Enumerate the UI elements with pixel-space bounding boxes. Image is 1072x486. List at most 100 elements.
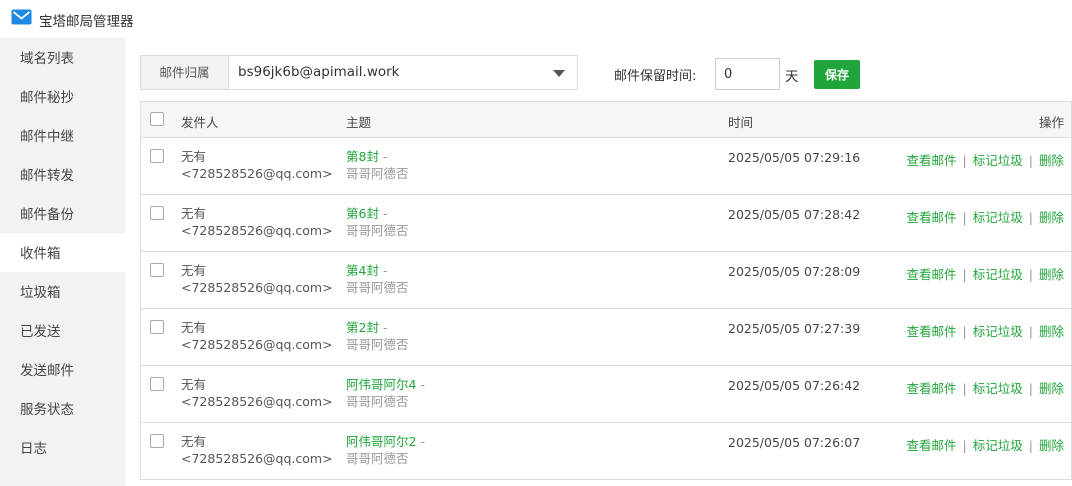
subject-link[interactable]: 第4封	[346, 263, 379, 278]
row-checkbox[interactable]	[150, 434, 164, 448]
subject-cell: 第2封 - 哥哥阿德否	[346, 319, 409, 353]
subject-link[interactable]: 阿伟哥阿尔4	[346, 377, 416, 392]
sidebar-item-domain-list[interactable]: 域名列表	[0, 38, 125, 77]
time-cell: 2025/05/05 07:26:42	[728, 378, 861, 393]
time-cell: 2025/05/05 07:26:07	[728, 435, 861, 450]
delete-link[interactable]: 删除	[1039, 210, 1064, 225]
sidebar-item-compose[interactable]: 发送邮件	[0, 350, 125, 389]
subject-preview: 哥哥阿德否	[346, 394, 409, 409]
subject-cell: 阿伟哥阿尔4 - 哥哥阿德否	[346, 376, 425, 410]
mark-spam-link[interactable]: 标记垃圾	[973, 324, 1023, 339]
view-mail-link[interactable]: 查看邮件	[907, 210, 957, 225]
delete-link[interactable]: 删除	[1039, 324, 1064, 339]
row-checkbox[interactable]	[150, 320, 164, 334]
delete-link[interactable]: 删除	[1039, 153, 1064, 168]
subject-dash: -	[382, 149, 388, 164]
row-checkbox[interactable]	[150, 377, 164, 391]
subject-cell: 阿伟哥阿尔2 - 哥哥阿德否	[346, 433, 425, 467]
subject-dash: -	[420, 377, 425, 392]
sender-email: <728528526@qq.com>	[181, 394, 333, 409]
column-actions: 操作	[1038, 115, 1064, 130]
retention-input[interactable]	[715, 58, 780, 90]
table-row: 无有 <728528526@qq.com> 第2封 - 哥哥阿德否 2025/0…	[141, 309, 1071, 366]
sidebar-item-logs[interactable]: 日志	[0, 428, 125, 467]
subject-preview: 哥哥阿德否	[346, 166, 409, 181]
sidebar-item-mail-bcc[interactable]: 邮件秘抄	[0, 77, 125, 116]
separator: |	[962, 153, 967, 168]
mark-spam-link[interactable]: 标记垃圾	[973, 153, 1023, 168]
time-cell: 2025/05/05 07:29:16	[728, 150, 861, 165]
delete-link[interactable]: 删除	[1039, 267, 1064, 282]
main-content: 邮件归属 bs96jk6b@apimail.work 邮件保留时间: 天 保存 …	[125, 38, 1072, 486]
view-mail-link[interactable]: 查看邮件	[907, 324, 957, 339]
subject-dash: -	[382, 263, 388, 278]
subject-link[interactable]: 第6封	[346, 206, 379, 221]
table-header: 发件人 主题 时间 操作	[141, 102, 1071, 138]
mark-spam-link[interactable]: 标记垃圾	[973, 438, 1023, 453]
sidebar-item-mail-relay[interactable]: 邮件中继	[0, 116, 125, 155]
time-cell: 2025/05/05 07:28:09	[728, 264, 861, 279]
delete-link[interactable]: 删除	[1039, 438, 1064, 453]
separator: |	[1028, 153, 1033, 168]
mail-icon	[11, 9, 32, 25]
sidebar-item-spam[interactable]: 垃圾箱	[0, 272, 125, 311]
view-mail-link[interactable]: 查看邮件	[907, 381, 957, 396]
sender-cell: 无有 <728528526@qq.com>	[181, 148, 333, 182]
sender-email: <728528526@qq.com>	[181, 223, 333, 238]
column-time: 时间	[728, 115, 754, 130]
separator: |	[962, 324, 967, 339]
chevron-down-icon[interactable]	[553, 70, 565, 77]
save-button[interactable]: 保存	[814, 60, 860, 89]
column-subject: 主题	[346, 115, 372, 130]
sender-name: 无有	[181, 263, 207, 278]
row-checkbox[interactable]	[150, 263, 164, 277]
subject-preview: 哥哥阿德否	[346, 280, 409, 295]
mark-spam-link[interactable]: 标记垃圾	[973, 210, 1023, 225]
owner-label: 邮件归属	[141, 56, 229, 89]
sidebar-item-mail-forward[interactable]: 邮件转发	[0, 155, 125, 194]
subject-dash: -	[420, 434, 425, 449]
sender-cell: 无有 <728528526@qq.com>	[181, 319, 333, 353]
subject-link[interactable]: 阿伟哥阿尔2	[346, 434, 416, 449]
row-checkbox[interactable]	[150, 206, 164, 220]
app-title: 宝塔邮局管理器	[39, 14, 134, 30]
owner-select[interactable]: 邮件归属 bs96jk6b@apimail.work	[140, 55, 578, 90]
separator: |	[962, 210, 967, 225]
subject-cell: 第6封 - 哥哥阿德否	[346, 205, 409, 239]
separator: |	[1028, 210, 1033, 225]
table-row: 无有 <728528526@qq.com> 第4封 - 哥哥阿德否 2025/0…	[141, 252, 1071, 309]
subject-link[interactable]: 第8封	[346, 149, 379, 164]
column-sender: 发件人	[181, 115, 219, 130]
subject-link[interactable]: 第2封	[346, 320, 379, 335]
sidebar-item-mail-backup[interactable]: 邮件备份	[0, 194, 125, 233]
select-all-checkbox[interactable]	[150, 112, 164, 126]
delete-link[interactable]: 删除	[1039, 381, 1064, 396]
mail-table: 发件人 主题 时间 操作 无有 <728528526@qq.com> 第8封 -…	[140, 101, 1072, 480]
actions-cell: 查看邮件 | 标记垃圾 | 删除	[907, 264, 1064, 283]
time-cell: 2025/05/05 07:28:42	[728, 207, 861, 222]
table-row: 无有 <728528526@qq.com> 阿伟哥阿尔4 - 哥哥阿德否 202…	[141, 366, 1071, 423]
view-mail-link[interactable]: 查看邮件	[907, 267, 957, 282]
row-checkbox[interactable]	[150, 149, 164, 163]
subject-cell: 第4封 - 哥哥阿德否	[346, 262, 409, 296]
actions-cell: 查看邮件 | 标记垃圾 | 删除	[907, 321, 1064, 340]
sender-name: 无有	[181, 206, 207, 221]
separator: |	[1028, 381, 1033, 396]
sidebar-item-service-status[interactable]: 服务状态	[0, 389, 125, 428]
subject-cell: 第8封 - 哥哥阿德否	[346, 148, 409, 182]
mark-spam-link[interactable]: 标记垃圾	[973, 267, 1023, 282]
sender-name: 无有	[181, 149, 207, 164]
sidebar: 域名列表 邮件秘抄 邮件中继 邮件转发 邮件备份 收件箱 垃圾箱 已发送 发送邮…	[0, 38, 125, 486]
sidebar-item-sent[interactable]: 已发送	[0, 311, 125, 350]
owner-value: bs96jk6b@apimail.work	[238, 64, 400, 80]
separator: |	[1028, 438, 1033, 453]
table-row: 无有 <728528526@qq.com> 第6封 - 哥哥阿德否 2025/0…	[141, 195, 1071, 252]
subject-dash: -	[382, 206, 388, 221]
sidebar-item-inbox[interactable]: 收件箱	[0, 233, 125, 272]
view-mail-link[interactable]: 查看邮件	[907, 438, 957, 453]
mark-spam-link[interactable]: 标记垃圾	[973, 381, 1023, 396]
separator: |	[962, 381, 967, 396]
subject-preview: 哥哥阿德否	[346, 223, 409, 238]
view-mail-link[interactable]: 查看邮件	[907, 153, 957, 168]
table-row: 无有 <728528526@qq.com> 第8封 - 哥哥阿德否 2025/0…	[141, 138, 1071, 195]
